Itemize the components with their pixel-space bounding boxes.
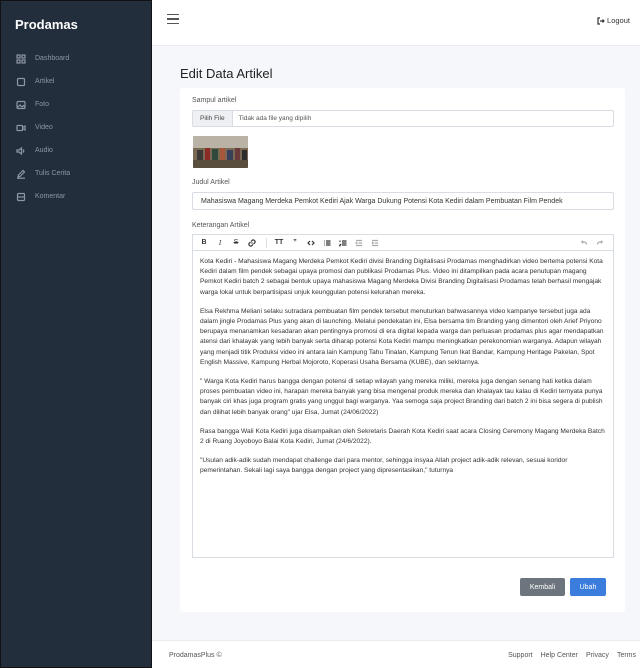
topbar: Logout (152, 0, 640, 46)
redo-button[interactable] (593, 237, 607, 249)
code-icon (307, 240, 315, 245)
sidebar: Prodamas Dashboard Artikel Foto Video Au… (0, 0, 152, 668)
footer: ProdamasPlus © Support Help Center Priva… (152, 640, 640, 668)
link-icon (248, 238, 256, 247)
bullet-list-icon (324, 239, 331, 246)
footer-copyright: ProdamasPlus © (169, 652, 222, 659)
sidebar-item-label: Foto (35, 101, 50, 108)
sidebar-item-dashboard[interactable]: Dashboard (1, 47, 151, 70)
square-icon (16, 77, 26, 87)
sidebar-item-label: Video (35, 124, 53, 131)
save-button[interactable]: Ubah (570, 578, 606, 596)
sidebar-item-label: Audio (35, 147, 53, 154)
code-button[interactable] (304, 237, 318, 249)
numbered-list-icon (339, 239, 347, 246)
article-title-input[interactable]: Mahasiswa Magang Merdeka Pemkot Kediri A… (192, 192, 614, 210)
footer-link-terms[interactable]: Terms (617, 652, 636, 659)
content-paragraph: Elsa Rekhma Meliani selaku sutradara pem… (200, 307, 604, 366)
sidebar-item-label: Artikel (35, 78, 55, 85)
speaker-icon (16, 146, 26, 156)
sidebar-item-artikel[interactable]: Artikel (1, 70, 151, 93)
page-title: Edit Data Artikel (180, 66, 273, 81)
logout-icon (597, 16, 605, 25)
table-icon (16, 192, 26, 202)
bold-button[interactable]: B (197, 237, 211, 249)
image-icon (16, 100, 26, 110)
logout-label: Logout (607, 16, 630, 25)
logout-button[interactable]: Logout (597, 16, 630, 25)
link-button[interactable] (245, 237, 259, 249)
file-status: Tidak ada file yang dipilih (238, 115, 312, 122)
brand-logo[interactable]: Prodamas (1, 1, 151, 47)
grid-icon (16, 53, 26, 64)
cover-thumbnail (193, 136, 248, 168)
video-icon (16, 123, 26, 133)
hamburger-menu-icon[interactable] (167, 14, 179, 26)
indent-icon (371, 239, 378, 246)
footer-links: Support Help Center Privacy Terms (508, 652, 636, 659)
sidebar-item-audio[interactable]: Audio (1, 139, 151, 162)
edit-article-card: Sampul artikel Pilih File Tidak ada file… (180, 88, 625, 612)
heading-button[interactable]: TT (272, 237, 286, 249)
sidebar-item-label: Tulis Cerita (35, 170, 71, 177)
toolbar-divider (266, 237, 267, 248)
description-label: Keterangan Artikel (192, 222, 250, 229)
redo-icon (596, 240, 604, 245)
editor-toolbar: B I S TT ” (192, 234, 614, 250)
history-controls (577, 237, 609, 249)
content-paragraph: "Usulan adik-adik sudah mendapat challen… (200, 457, 568, 475)
choose-file-button[interactable]: Pilih File (193, 111, 233, 126)
sidebar-item-tulis-cerita[interactable]: Tulis Cerita (1, 162, 151, 185)
sidebar-item-label: Komentar (35, 193, 66, 200)
outdent-icon (355, 239, 362, 246)
sidebar-nav: Dashboard Artikel Foto Video Audio Tulis… (1, 47, 151, 208)
content-paragraph: " Warga Kota Kediri harus bangga dengan … (200, 378, 603, 416)
quote-button[interactable]: ” (288, 237, 302, 249)
italic-button[interactable]: I (213, 237, 227, 249)
cover-label: Sampul artikel (192, 97, 237, 104)
undo-icon (580, 240, 588, 245)
sidebar-item-label: Dashboard (35, 55, 70, 62)
indent-button[interactable] (368, 237, 382, 249)
footer-link-privacy[interactable]: Privacy (586, 652, 609, 659)
content-paragraph: Rasa bangga Wali Kota Kediri juga disamp… (200, 427, 605, 446)
strikethrough-button[interactable]: S (229, 237, 243, 249)
back-button[interactable]: Kembali (520, 578, 565, 596)
sidebar-item-foto[interactable]: Foto (1, 93, 151, 116)
pen-icon (16, 169, 26, 179)
title-label: Judul Artikel (192, 179, 230, 186)
footer-link-support[interactable]: Support (508, 652, 533, 659)
outdent-button[interactable] (352, 237, 366, 249)
footer-link-help-center[interactable]: Help Center (541, 652, 578, 659)
numbered-list-button[interactable] (336, 237, 350, 249)
sidebar-item-video[interactable]: Video (1, 116, 151, 139)
bullet-list-button[interactable] (320, 237, 334, 249)
cover-file-input[interactable]: Pilih File Tidak ada file yang dipilih (192, 110, 614, 127)
content-paragraph: Kota Kediri - Mahasiswa Magang Merdeka P… (200, 258, 603, 296)
article-content-editor[interactable]: Kota Kediri - Mahasiswa Magang Merdeka P… (192, 250, 614, 558)
undo-button[interactable] (577, 237, 591, 249)
sidebar-item-komentar[interactable]: Komentar (1, 185, 151, 208)
